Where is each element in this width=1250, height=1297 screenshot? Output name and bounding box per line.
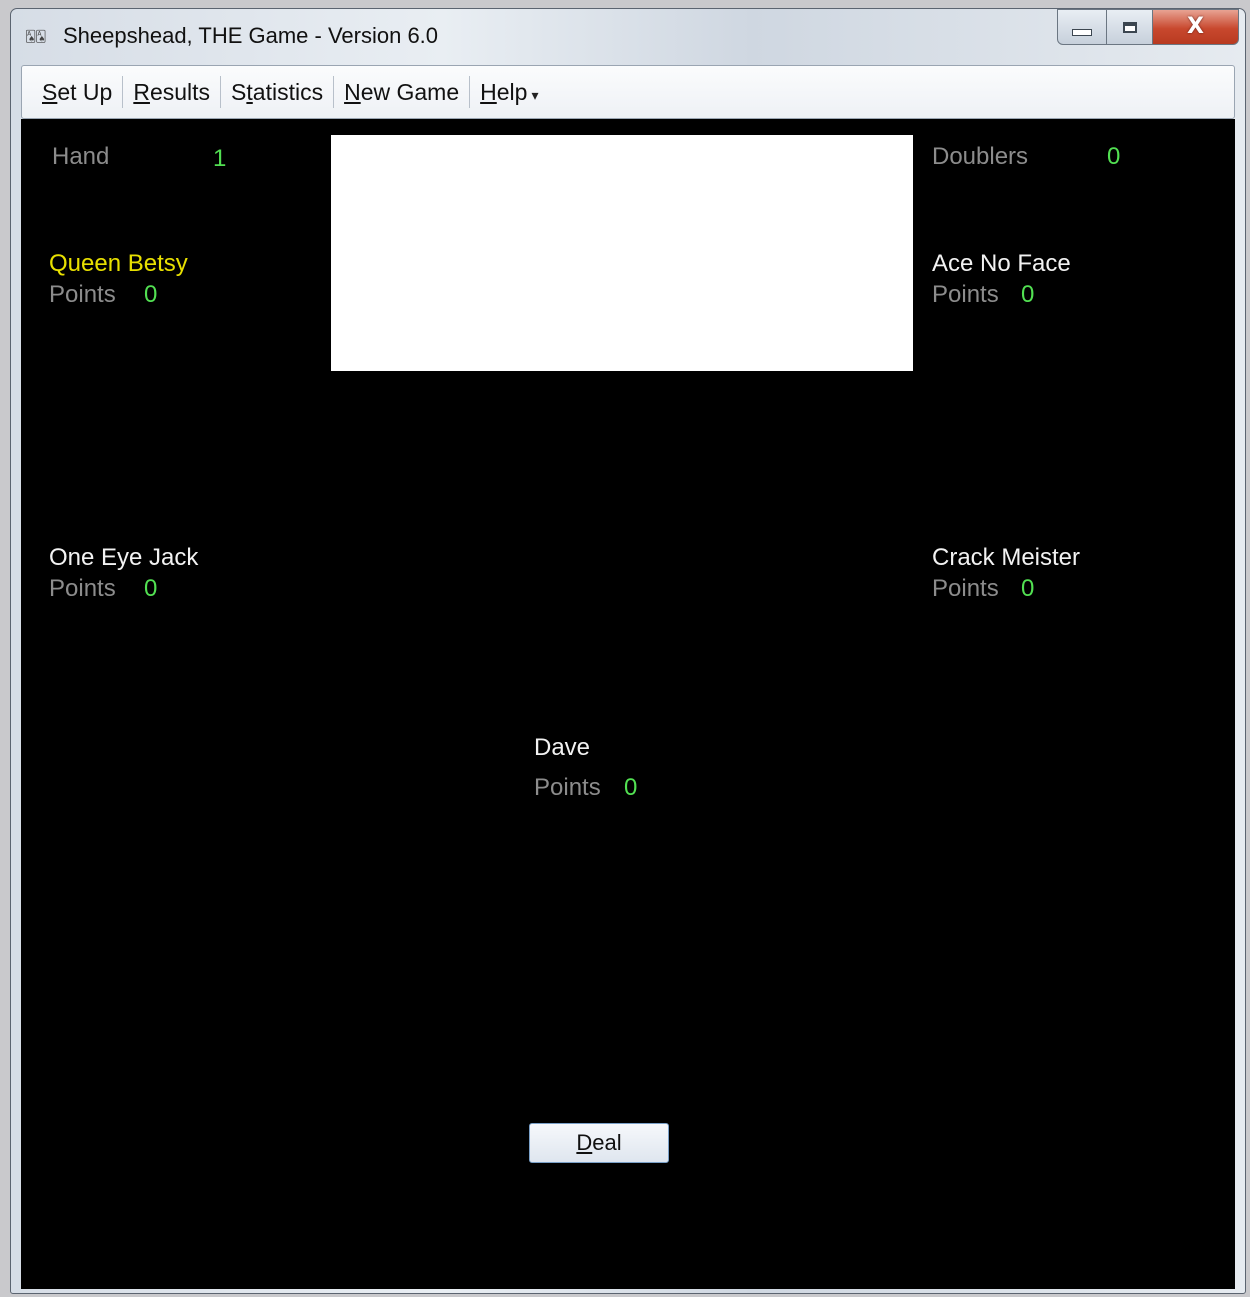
chevron-down-icon: ▾ [531, 88, 539, 104]
menu-results[interactable]: Results [123, 75, 220, 109]
player-name-ace-no-face: Ace No Face [932, 250, 1071, 277]
close-button[interactable]: X [1153, 9, 1239, 45]
player-points-queen-betsy: 0 [144, 281, 158, 308]
title-bar[interactable]: 🂡🂡 Sheepshead, THE Game - Version 6.0 X [11, 9, 1245, 63]
player-name-queen-betsy: Queen Betsy [49, 250, 188, 277]
doublers-value: 0 [1107, 143, 1121, 170]
app-window: 🂡🂡 Sheepshead, THE Game - Version 6.0 X … [10, 8, 1246, 1294]
player-points-crack-meister: 0 [1021, 575, 1035, 602]
player-name-one-eye-jack: One Eye Jack [49, 544, 199, 571]
menu-bar: Set Up Results Statistics New Game Help ▾ [21, 65, 1235, 119]
hand-label: Hand [52, 143, 110, 170]
game-table: Hand 1 Doublers 0 Queen Betsy Points 0 A… [21, 119, 1235, 1289]
player-points-one-eye-jack: 0 [144, 575, 158, 602]
player-points-ace-no-face: 0 [1021, 281, 1035, 308]
message-panel [331, 135, 913, 371]
cards-app-icon: 🂡🂡 [25, 30, 47, 43]
close-icon: X [1187, 14, 1204, 39]
player-name-crack-meister: Crack Meister [932, 544, 1081, 571]
points-label: Points [932, 281, 999, 308]
minimize-button[interactable] [1057, 9, 1107, 45]
points-label: Points [534, 774, 601, 801]
points-label: Points [932, 575, 999, 602]
maximize-button[interactable] [1107, 9, 1153, 45]
points-label: Points [49, 281, 116, 308]
maximize-icon [1122, 21, 1137, 33]
deal-button[interactable]: Deal [529, 1123, 669, 1163]
hand-value: 1 [213, 145, 227, 172]
menu-help[interactable]: Help ▾ [470, 75, 548, 109]
player-points-dave: 0 [624, 774, 638, 801]
points-label: Points [49, 575, 116, 602]
window-title: Sheepshead, THE Game - Version 6.0 [63, 23, 439, 48]
minimize-icon [1072, 28, 1092, 36]
player-name-dave: Dave [534, 734, 591, 761]
window-controls: X [1057, 9, 1239, 45]
menu-new-game[interactable]: New Game [334, 75, 469, 109]
menu-setup[interactable]: Set Up [32, 75, 122, 109]
menu-statistics[interactable]: Statistics [221, 75, 333, 109]
doublers-label: Doublers [932, 143, 1029, 170]
